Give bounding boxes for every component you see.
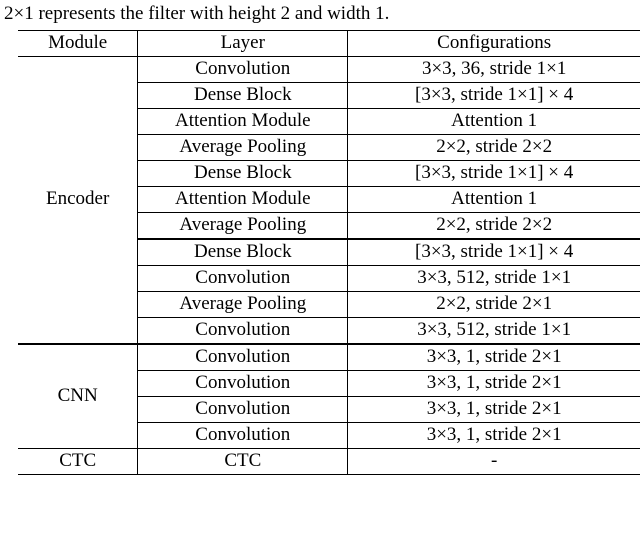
layer-cell: Attention Module: [138, 108, 348, 134]
layer-cell: Convolution: [138, 317, 348, 344]
module-ctc: CTC: [18, 448, 138, 474]
layer-cell: Dense Block: [138, 82, 348, 108]
config-cell: [3×3, stride 1×1] × 4: [348, 160, 640, 186]
header-layer: Layer: [138, 30, 348, 56]
header-config: Configurations: [348, 30, 640, 56]
layer-cell: Average Pooling: [138, 291, 348, 317]
layer-cell: Dense Block: [138, 160, 348, 186]
config-cell: 3×3, 36, stride 1×1: [348, 56, 640, 82]
config-cell: [3×3, stride 1×1] × 4: [348, 239, 640, 266]
config-cell: 3×3, 1, stride 2×1: [348, 422, 640, 448]
layer-cell: Convolution: [138, 265, 348, 291]
layer-cell: Average Pooling: [138, 212, 348, 239]
config-cell: [3×3, stride 1×1] × 4: [348, 82, 640, 108]
config-cell: 3×3, 512, stride 1×1: [348, 317, 640, 344]
table-row: CTC CTC -: [18, 448, 640, 474]
config-cell: 2×2, stride 2×2: [348, 212, 640, 239]
module-cnn: CNN: [18, 344, 138, 449]
module-encoder: Encoder: [18, 56, 138, 344]
config-cell: Attention 1: [348, 186, 640, 212]
layer-cell: Convolution: [138, 344, 348, 371]
table-header-row: Module Layer Configurations: [18, 30, 640, 56]
config-cell: 3×3, 1, stride 2×1: [348, 344, 640, 371]
architecture-table: Module Layer Configurations Encoder Conv…: [18, 30, 640, 475]
layer-cell: Dense Block: [138, 239, 348, 266]
config-cell: 2×2, stride 2×1: [348, 291, 640, 317]
layer-cell: Attention Module: [138, 186, 348, 212]
layer-cell: Convolution: [138, 396, 348, 422]
config-cell: 3×3, 1, stride 2×1: [348, 370, 640, 396]
table-row: CNN Convolution 3×3, 1, stride 2×1: [18, 344, 640, 371]
config-cell: Attention 1: [348, 108, 640, 134]
layer-cell: Convolution: [138, 56, 348, 82]
header-module: Module: [18, 30, 138, 56]
config-cell: 3×3, 1, stride 2×1: [348, 396, 640, 422]
table-row: Encoder Convolution 3×3, 36, stride 1×1: [18, 56, 640, 82]
config-cell: 3×3, 512, stride 1×1: [348, 265, 640, 291]
layer-cell: Average Pooling: [138, 134, 348, 160]
layer-cell: Convolution: [138, 422, 348, 448]
layer-cell: CTC: [138, 448, 348, 474]
config-cell: 2×2, stride 2×2: [348, 134, 640, 160]
config-cell: -: [348, 448, 640, 474]
table-caption-fragment: 2×1 represents the filter with height 2 …: [0, 0, 640, 30]
layer-cell: Convolution: [138, 370, 348, 396]
